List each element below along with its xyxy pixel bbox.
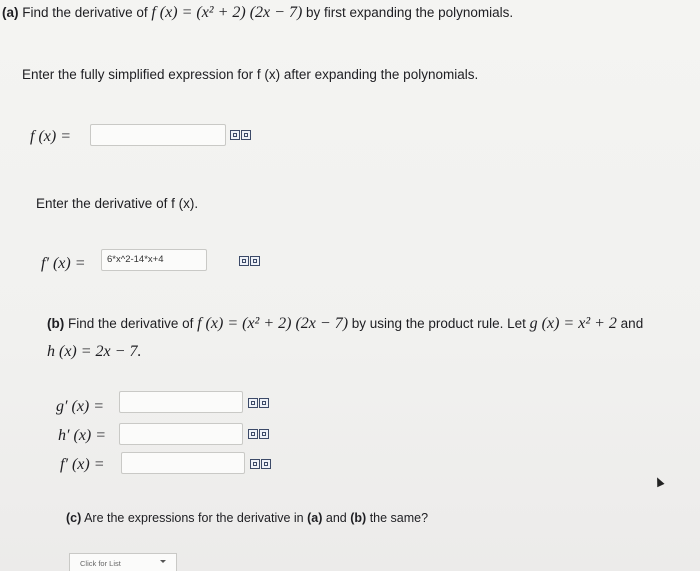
formula-editor-icon[interactable] bbox=[250, 459, 260, 469]
same-dropdown[interactable]: Click for List bbox=[69, 553, 177, 571]
dropdown-value: Click for List bbox=[80, 559, 121, 568]
fprime-a-icons bbox=[239, 256, 260, 266]
help-icon[interactable] bbox=[241, 130, 251, 140]
fprime-a-input[interactable]: 6*x^2-14*x+4 bbox=[101, 249, 207, 271]
part-b-prompt-line1: (b) Find the derivative of f (x) = (x² +… bbox=[47, 315, 643, 333]
part-c-question-end: the same? bbox=[369, 511, 429, 525]
formula-editor-icon[interactable] bbox=[239, 256, 249, 266]
h-definition: h (x) = 2x − 7. bbox=[47, 343, 142, 360]
part-a-prompt-end: by first expanding the polynomials. bbox=[306, 5, 514, 20]
part-b-and: and bbox=[620, 316, 644, 331]
gprime-icons bbox=[248, 398, 269, 408]
fx-input[interactable] bbox=[90, 124, 226, 146]
hprime-icons bbox=[248, 429, 269, 439]
formula-editor-icon[interactable] bbox=[248, 398, 258, 408]
part-a-prompt-start: Find the derivative of bbox=[22, 5, 148, 20]
part-c-ref-a: (a) bbox=[307, 511, 323, 525]
part-b-prompt-mid: by using the product rule. Let bbox=[351, 316, 526, 331]
fprime-b-input[interactable] bbox=[121, 452, 245, 474]
part-a-prompt: (a) Find the derivative of f (x) = (x² +… bbox=[2, 4, 513, 22]
help-icon[interactable] bbox=[259, 398, 269, 408]
instruction-expand: Enter the fully simplified expression fo… bbox=[22, 67, 479, 82]
formula-editor-icon[interactable] bbox=[230, 130, 240, 140]
part-b-label: (b) bbox=[47, 316, 65, 331]
hprime-label: h′ (x) = bbox=[58, 427, 107, 444]
g-definition: g (x) = x² + 2 bbox=[529, 315, 617, 332]
fprime-b-label: f′ (x) = bbox=[60, 456, 105, 473]
part-a-label: (a) bbox=[2, 5, 19, 20]
help-icon[interactable] bbox=[261, 459, 271, 469]
help-icon[interactable] bbox=[259, 429, 269, 439]
part-c-ref-b: (b) bbox=[350, 511, 367, 525]
formula-editor-icon[interactable] bbox=[248, 429, 258, 439]
mouse-cursor-icon bbox=[653, 475, 665, 488]
part-b-prompt-start: Find the derivative of bbox=[68, 316, 194, 331]
instruction-derivative: Enter the derivative of f (x). bbox=[36, 196, 199, 211]
help-icon[interactable] bbox=[250, 256, 260, 266]
part-c-label: (c) bbox=[66, 511, 82, 525]
part-a-function: f (x) = (x² + 2) (2x − 7) bbox=[151, 4, 303, 21]
fprime-a-label: f′ (x) = bbox=[41, 255, 86, 272]
hprime-input[interactable] bbox=[119, 423, 243, 445]
part-b-function: f (x) = (x² + 2) (2x − 7) bbox=[197, 315, 349, 332]
fprime-b-icons bbox=[250, 459, 271, 469]
chevron-down-icon bbox=[160, 560, 166, 563]
part-c-question: (c) Are the expressions for the derivati… bbox=[66, 511, 428, 525]
part-c-question-start: Are the expressions for the derivative i… bbox=[84, 511, 304, 525]
gprime-input[interactable] bbox=[119, 391, 243, 413]
fx-label: f (x) = bbox=[30, 128, 71, 145]
gprime-label: g′ (x) = bbox=[56, 398, 105, 415]
part-c-and: and bbox=[325, 511, 347, 525]
fx-icons bbox=[230, 130, 251, 140]
